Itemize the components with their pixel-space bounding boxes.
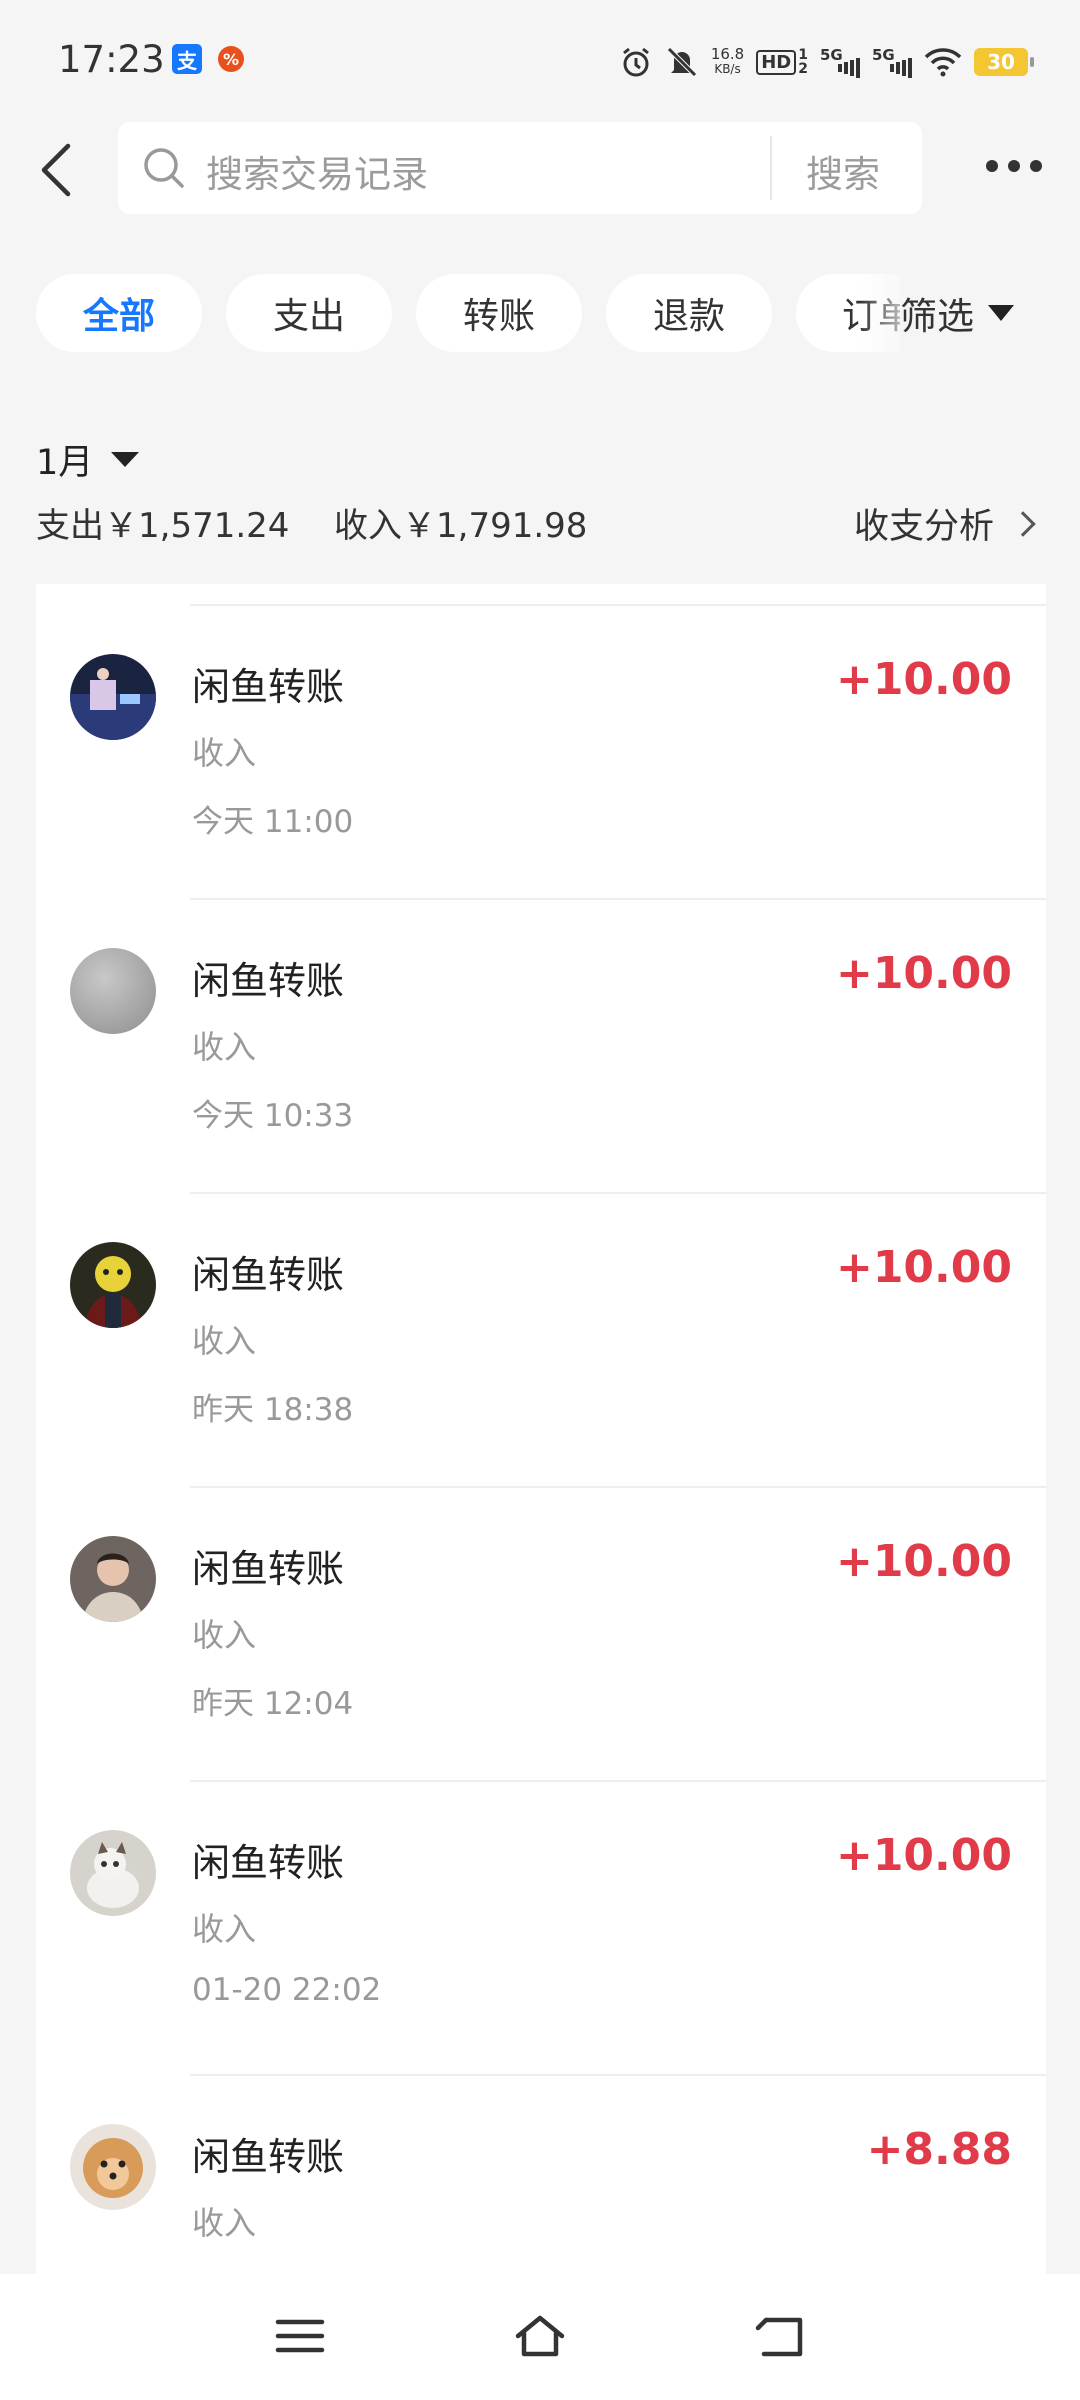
list-item[interactable]: 闲鱼转账 收入 今天 10:33 +10.00 [36, 898, 1046, 1192]
income-total: 收入￥1,791.98 [334, 506, 588, 546]
status-time: 17:23 [58, 38, 165, 81]
transaction-title: 闲鱼转账 [192, 959, 345, 1003]
row-divider [190, 604, 1046, 606]
avatar-dog [70, 2124, 156, 2210]
list-item[interactable]: 闲鱼转账 收入 +8.88 [36, 2074, 1046, 2274]
transaction-time: 昨天 12:04 [192, 1686, 354, 1722]
expense-total: 支出￥1,571.24 [36, 506, 290, 546]
search-input[interactable]: 搜索交易记录 [206, 144, 428, 198]
search-box[interactable]: 搜索交易记录 搜索 [118, 122, 922, 214]
system-nav-bar [0, 2274, 1080, 2400]
row-divider [190, 1192, 1046, 1194]
back-nav-icon[interactable] [754, 2312, 806, 2360]
hd-voice-indicator: HD 12 [756, 48, 808, 76]
month-selector[interactable]: 1月 [36, 434, 140, 485]
transaction-title: 闲鱼转账 [192, 1253, 345, 1297]
transaction-time: 今天 11:00 [192, 804, 354, 840]
row-divider [190, 2074, 1046, 2076]
filter-button[interactable]: 筛选 [900, 274, 1080, 352]
transaction-time: 01-20 22:02 [192, 1972, 382, 2008]
transaction-type: 收入 [192, 1028, 257, 1066]
transaction-time: 昨天 18:38 [192, 1392, 354, 1428]
wifi-icon [924, 47, 962, 77]
transaction-amount: +10.00 [835, 654, 1012, 705]
transaction-title: 闲鱼转账 [192, 1547, 345, 1591]
transaction-title: 闲鱼转账 [192, 665, 345, 709]
list-item[interactable]: 闲鱼转账 收入 昨天 12:04 +10.00 [36, 1486, 1046, 1780]
transaction-amount: +10.00 [835, 1830, 1012, 1881]
transaction-list: 闲鱼转账 收入 今天 11:00 +10.00 闲鱼转账 收入 今天 10:33… [36, 584, 1046, 2274]
list-item[interactable]: 闲鱼转账 收入 今天 11:00 +10.00 [36, 604, 1046, 898]
row-divider [190, 1780, 1046, 1782]
month-caret-icon [111, 452, 140, 467]
analysis-label: 收支分析 [853, 507, 994, 547]
avatar-cat [70, 1830, 156, 1916]
list-item[interactable]: 闲鱼转账 收入 昨天 18:38 +10.00 [36, 1192, 1046, 1486]
transaction-title: 闲鱼转账 [192, 1841, 345, 1885]
chevron-right-icon [1010, 510, 1036, 537]
sim2-signal-icon: 5G [872, 46, 912, 78]
more-menu-icon[interactable] [986, 160, 1042, 172]
search-divider [770, 136, 772, 200]
mute-bell-icon [665, 45, 699, 79]
transaction-type: 收入 [192, 734, 257, 772]
category-tabs: 全部 支出 转账 退款 订单 筛选 [0, 274, 1080, 354]
menu-icon[interactable] [274, 2312, 326, 2360]
month-label: 1月 [36, 443, 94, 483]
app-notification-icon: % [218, 46, 244, 72]
tab-expense[interactable]: 支出 [226, 274, 392, 352]
avatar-gray [70, 948, 156, 1034]
transaction-type: 收入 [192, 2204, 257, 2242]
back-arrow-icon [41, 143, 71, 197]
transaction-amount: +10.00 [835, 948, 1012, 999]
search-button[interactable]: 搜索 [806, 144, 880, 198]
tab-transfer[interactable]: 转账 [416, 274, 582, 352]
row-divider [190, 1486, 1046, 1488]
battery-icon: 30 [974, 48, 1034, 76]
avatar-concert [70, 654, 156, 740]
transaction-type: 收入 [192, 1910, 257, 1948]
transaction-amount: +8.88 [866, 2124, 1012, 2175]
month-summary: 1月 支出￥1,571.24 收入￥1,791.98 收支分析 [36, 410, 1046, 582]
alarm-icon [619, 45, 653, 79]
avatar-character [70, 1242, 156, 1328]
back-button[interactable] [34, 140, 84, 200]
filter-caret-icon [988, 305, 1014, 321]
sim1-signal-icon: 5G [820, 46, 860, 78]
transaction-amount: +10.00 [835, 1536, 1012, 1587]
filter-label: 筛选 [900, 295, 974, 338]
transaction-type: 收入 [192, 1322, 257, 1360]
avatar-person [70, 1536, 156, 1622]
transaction-type: 收入 [192, 1616, 257, 1654]
tab-all[interactable]: 全部 [36, 274, 202, 352]
list-item[interactable]: 闲鱼转账 收入 01-20 22:02 +10.00 [36, 1780, 1046, 2074]
status-icons: 16.8 KB/s HD 12 5G 5G 30 [619, 38, 1034, 86]
analysis-link[interactable]: 收支分析 [853, 498, 1036, 549]
status-bar: 17:23 支 % 16.8 KB/s HD 12 5G 5G 30 [0, 0, 1080, 120]
transaction-time: 今天 10:33 [192, 1098, 354, 1134]
transaction-title: 闲鱼转账 [192, 2135, 345, 2179]
alipay-app-icon: 支 [172, 44, 202, 74]
tab-refund[interactable]: 退款 [606, 274, 772, 352]
transaction-amount: +10.00 [835, 1242, 1012, 1293]
search-icon [144, 148, 184, 188]
home-icon[interactable] [514, 2312, 566, 2360]
network-speed: 16.8 KB/s [710, 45, 745, 77]
top-bar: 搜索交易记录 搜索 [0, 120, 1080, 220]
row-divider [190, 898, 1046, 900]
